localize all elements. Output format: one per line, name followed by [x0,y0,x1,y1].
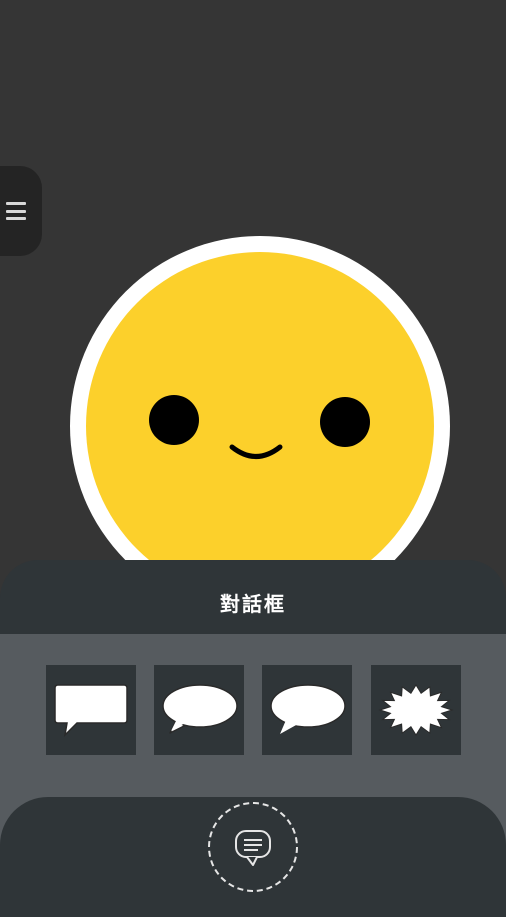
bubble-option-rectangle[interactable] [46,665,136,755]
bubble-option-spiky[interactable] [371,665,461,755]
oval-speech-bubble-left-tail-icon [162,684,238,734]
spiky-shout-bubble-icon [378,684,454,736]
bubble-option-oval-right[interactable] [262,665,352,755]
hamburger-menu-icon [6,202,26,220]
right-eye [320,397,370,447]
face-fill [86,252,434,600]
chat-message-icon [235,830,271,866]
panel-title: 對話框 [220,591,286,616]
left-eye [149,395,199,445]
chat-button[interactable] [208,802,298,892]
menu-button[interactable] [0,166,42,256]
panel-header: 對話框 [0,560,506,634]
rectangle-speech-bubble-icon [54,684,128,738]
bubble-option-oval-left[interactable] [154,665,244,755]
oval-speech-bubble-right-tail-icon [270,684,346,734]
